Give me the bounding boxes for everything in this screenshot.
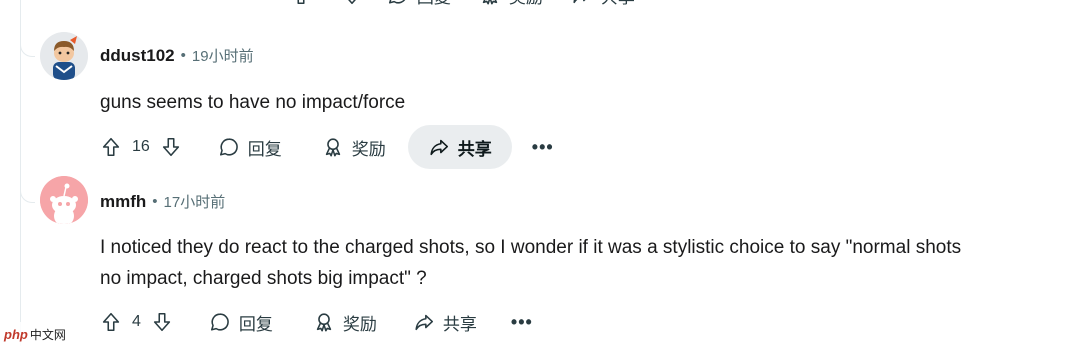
comment-header: mmfh • 17小时前: [100, 191, 225, 212]
downvote-icon[interactable]: [341, 0, 363, 6]
avatar[interactable]: [40, 176, 88, 224]
award-icon: [482, 0, 498, 5]
thread-elbow: [20, 42, 35, 57]
user-avatar-icon: [40, 32, 88, 80]
reply-button[interactable]: 回复: [195, 300, 287, 344]
watermark-text: 中文网: [29, 327, 66, 342]
vote-group: 16: [90, 125, 192, 169]
vote-group: 4: [90, 300, 183, 344]
upvote-icon[interactable]: [100, 311, 122, 333]
reply-label: 回复: [247, 139, 282, 159]
vote-count: 4: [132, 313, 141, 330]
author-name[interactable]: mmfh: [100, 192, 146, 212]
upvote-icon[interactable]: [100, 136, 122, 158]
separator-dot: •: [152, 193, 158, 210]
share-button[interactable]: 共享: [399, 300, 491, 344]
more-options-button[interactable]: •••: [497, 300, 547, 344]
reply-button[interactable]: 回复: [373, 0, 465, 17]
timestamp[interactable]: 19小时前: [192, 45, 254, 66]
vote-group: 1: [280, 0, 373, 17]
award-icon: [316, 313, 332, 332]
share-icon: [430, 139, 448, 156]
award-icon: [325, 138, 340, 157]
snoo-avatar-icon: [40, 176, 88, 224]
reply-button[interactable]: 回复: [204, 125, 296, 169]
award-label: 奖励: [351, 139, 386, 159]
award-button[interactable]: 奖励: [465, 0, 557, 17]
thread-line: [20, 0, 21, 346]
more-icon: •••: [510, 311, 533, 332]
prev-comment-actions: 1 回复 奖励 共享 •••: [280, 0, 699, 17]
award-button[interactable]: 奖励: [299, 300, 391, 344]
more-options-button[interactable]: •••: [518, 125, 568, 169]
share-icon: [573, 0, 586, 4]
share-button[interactable]: 共享: [407, 125, 512, 169]
watermark-brand: php: [4, 326, 28, 342]
share-label: 共享: [601, 0, 635, 8]
comment-header: ddust102 • 19小时前: [100, 45, 254, 66]
vote-count: 1: [322, 0, 331, 4]
comment-body: I noticed they do react to the charged s…: [100, 232, 1075, 294]
more-options-button[interactable]: •••: [649, 0, 699, 17]
timestamp[interactable]: 17小时前: [164, 191, 226, 212]
downvote-icon[interactable]: [160, 136, 182, 158]
comment-bubble-icon: [219, 138, 238, 156]
more-icon: •••: [663, 0, 685, 6]
award-button[interactable]: 奖励: [308, 125, 400, 169]
downvote-icon[interactable]: [151, 311, 173, 333]
share-label: 共享: [457, 139, 492, 159]
comment-body: guns seems to have no impact/force: [100, 92, 406, 113]
comment-actions: 16 回复 奖励 共享 •••: [90, 125, 568, 169]
award-label: 奖励: [509, 0, 543, 8]
vote-count: 16: [132, 138, 150, 155]
separator-dot: •: [180, 47, 186, 64]
thread-elbow: [20, 188, 35, 203]
upvote-icon[interactable]: [290, 0, 312, 6]
reply-label: 回复: [417, 0, 451, 8]
award-label: 奖励: [342, 314, 377, 334]
comment-body-line: no impact, charged shots big impact" ?: [100, 268, 427, 289]
comment-bubble-icon: [388, 0, 406, 4]
author-name[interactable]: ddust102: [100, 46, 175, 66]
share-label: 共享: [442, 314, 477, 334]
watermark: php 中文网: [0, 322, 70, 346]
share-button[interactable]: 共享: [557, 0, 649, 17]
share-icon: [415, 314, 433, 331]
more-icon: •••: [531, 136, 554, 157]
avatar[interactable]: [40, 32, 88, 80]
reply-label: 回复: [238, 314, 273, 334]
comment-body-line: I noticed they do react to the charged s…: [100, 237, 962, 258]
comment-actions: 4 回复 奖励 共享 •••: [90, 300, 547, 344]
comment-bubble-icon: [210, 313, 229, 331]
